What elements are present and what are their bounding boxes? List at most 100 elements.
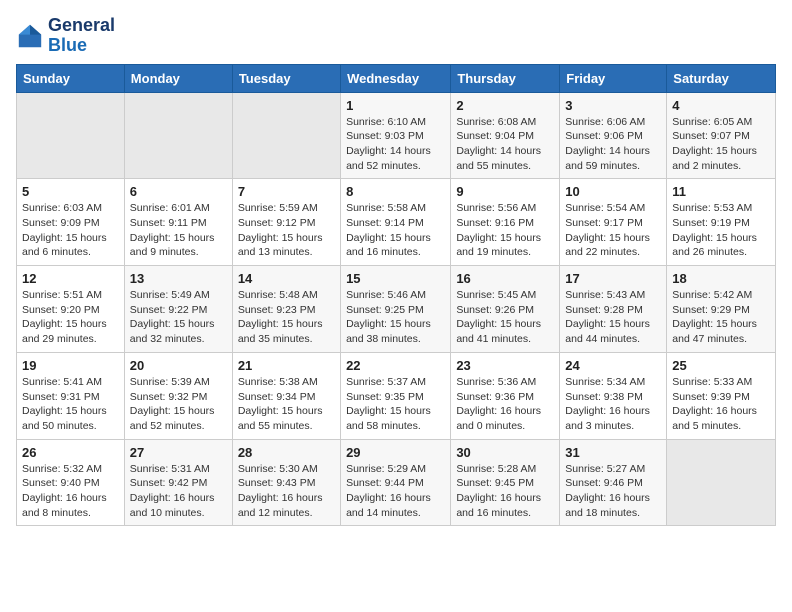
day-info: Sunrise: 5:34 AM Sunset: 9:38 PM Dayligh… <box>565 375 661 434</box>
logo-icon <box>16 22 44 50</box>
day-number: 30 <box>456 445 554 460</box>
calendar-cell: 13 Sunrise: 5:49 AM Sunset: 9:22 PM Dayli… <box>124 266 232 353</box>
weekday-header-wednesday: Wednesday <box>341 64 451 92</box>
day-info: Sunrise: 6:06 AM Sunset: 9:06 PM Dayligh… <box>565 115 661 174</box>
day-number: 16 <box>456 271 554 286</box>
calendar-cell: 31Sunrise: 5:27 AM Sunset: 9:46 PM Dayli… <box>560 439 667 526</box>
day-number: 14 <box>238 271 335 286</box>
calendar-cell: 12 Sunrise: 5:51 AM Sunset: 9:20 PM Dayli… <box>17 266 125 353</box>
calendar-cell: 6Sunrise: 6:01 AM Sunset: 9:11 PM Daylig… <box>124 179 232 266</box>
calendar-cell: 14 Sunrise: 5:48 AM Sunset: 9:23 PM Dayli… <box>232 266 340 353</box>
day-number: 31 <box>565 445 661 460</box>
day-info: Sunrise: 5:41 AM Sunset: 9:31 PM Dayligh… <box>22 375 119 434</box>
calendar-cell: 16Sunrise: 5:45 AM Sunset: 9:26 PM Dayli… <box>451 266 560 353</box>
day-number: 22 <box>346 358 445 373</box>
day-info: Sunrise: 5:48 AM Sunset: 9:23 PM Dayligh… <box>238 288 335 347</box>
day-number: 9 <box>456 184 554 199</box>
day-info: Sunrise: 5:28 AM Sunset: 9:45 PM Dayligh… <box>456 462 554 521</box>
day-info: Sunrise: 6:01 AM Sunset: 9:11 PM Dayligh… <box>130 201 227 260</box>
logo-text: General Blue <box>48 16 115 56</box>
day-info: Sunrise: 5:30 AM Sunset: 9:43 PM Dayligh… <box>238 462 335 521</box>
day-number: 23 <box>456 358 554 373</box>
day-number: 8 <box>346 184 445 199</box>
day-number: 17 <box>565 271 661 286</box>
day-number: 18 <box>672 271 770 286</box>
calendar-cell <box>667 439 776 526</box>
calendar-cell: 3 Sunrise: 6:06 AM Sunset: 9:06 PM Daylig… <box>560 92 667 179</box>
day-number: 2 <box>456 98 554 113</box>
day-info: Sunrise: 5:43 AM Sunset: 9:28 PM Dayligh… <box>565 288 661 347</box>
day-number: 21 <box>238 358 335 373</box>
weekday-header-thursday: Thursday <box>451 64 560 92</box>
logo: General Blue <box>16 16 115 56</box>
calendar-cell: 26 Sunrise: 5:32 AM Sunset: 9:40 PM Dayli… <box>17 439 125 526</box>
calendar-cell: 28 Sunrise: 5:30 AM Sunset: 9:43 PM Dayli… <box>232 439 340 526</box>
day-info: Sunrise: 5:56 AM Sunset: 9:16 PM Dayligh… <box>456 201 554 260</box>
day-info: Sunrise: 5:32 AM Sunset: 9:40 PM Dayligh… <box>22 462 119 521</box>
calendar-cell: 24Sunrise: 5:34 AM Sunset: 9:38 PM Dayli… <box>560 352 667 439</box>
weekday-header-tuesday: Tuesday <box>232 64 340 92</box>
day-number: 25 <box>672 358 770 373</box>
weekday-header-sunday: Sunday <box>17 64 125 92</box>
weekday-header-row: SundayMondayTuesdayWednesdayThursdayFrid… <box>17 64 776 92</box>
day-number: 11 <box>672 184 770 199</box>
calendar-week-row: 26 Sunrise: 5:32 AM Sunset: 9:40 PM Dayli… <box>17 439 776 526</box>
day-number: 12 <box>22 271 119 286</box>
calendar-cell: 15Sunrise: 5:46 AM Sunset: 9:25 PM Dayli… <box>341 266 451 353</box>
day-number: 27 <box>130 445 227 460</box>
day-number: 20 <box>130 358 227 373</box>
day-number: 13 <box>130 271 227 286</box>
calendar-cell: 8 Sunrise: 5:58 AM Sunset: 9:14 PM Daylig… <box>341 179 451 266</box>
calendar-cell: 5 Sunrise: 6:03 AM Sunset: 9:09 PM Daylig… <box>17 179 125 266</box>
calendar-cell: 27 Sunrise: 5:31 AM Sunset: 9:42 PM Dayli… <box>124 439 232 526</box>
calendar-week-row: 19 Sunrise: 5:41 AM Sunset: 9:31 PM Dayli… <box>17 352 776 439</box>
day-info: Sunrise: 5:49 AM Sunset: 9:22 PM Dayligh… <box>130 288 227 347</box>
day-info: Sunrise: 5:31 AM Sunset: 9:42 PM Dayligh… <box>130 462 227 521</box>
calendar-cell: 9 Sunrise: 5:56 AM Sunset: 9:16 PM Daylig… <box>451 179 560 266</box>
weekday-header-monday: Monday <box>124 64 232 92</box>
day-info: Sunrise: 5:54 AM Sunset: 9:17 PM Dayligh… <box>565 201 661 260</box>
day-info: Sunrise: 5:37 AM Sunset: 9:35 PM Dayligh… <box>346 375 445 434</box>
day-info: Sunrise: 6:08 AM Sunset: 9:04 PM Dayligh… <box>456 115 554 174</box>
day-info: Sunrise: 5:59 AM Sunset: 9:12 PM Dayligh… <box>238 201 335 260</box>
day-number: 10 <box>565 184 661 199</box>
day-number: 5 <box>22 184 119 199</box>
calendar-cell: 21Sunrise: 5:38 AM Sunset: 9:34 PM Dayli… <box>232 352 340 439</box>
calendar-cell: 7 Sunrise: 5:59 AM Sunset: 9:12 PM Daylig… <box>232 179 340 266</box>
calendar-cell: 17 Sunrise: 5:43 AM Sunset: 9:28 PM Dayli… <box>560 266 667 353</box>
day-number: 3 <box>565 98 661 113</box>
calendar-cell: 11 Sunrise: 5:53 AM Sunset: 9:19 PM Dayli… <box>667 179 776 266</box>
day-info: Sunrise: 5:29 AM Sunset: 9:44 PM Dayligh… <box>346 462 445 521</box>
day-info: Sunrise: 6:10 AM Sunset: 9:03 PM Dayligh… <box>346 115 445 174</box>
day-info: Sunrise: 5:33 AM Sunset: 9:39 PM Dayligh… <box>672 375 770 434</box>
day-info: Sunrise: 5:39 AM Sunset: 9:32 PM Dayligh… <box>130 375 227 434</box>
day-number: 28 <box>238 445 335 460</box>
day-info: Sunrise: 5:42 AM Sunset: 9:29 PM Dayligh… <box>672 288 770 347</box>
calendar-table: SundayMondayTuesdayWednesdayThursdayFrid… <box>16 64 776 527</box>
day-info: Sunrise: 5:51 AM Sunset: 9:20 PM Dayligh… <box>22 288 119 347</box>
calendar-cell <box>124 92 232 179</box>
day-number: 29 <box>346 445 445 460</box>
day-number: 26 <box>22 445 119 460</box>
calendar-cell: 19 Sunrise: 5:41 AM Sunset: 9:31 PM Dayli… <box>17 352 125 439</box>
day-number: 15 <box>346 271 445 286</box>
calendar-cell <box>17 92 125 179</box>
calendar-cell: 22 Sunrise: 5:37 AM Sunset: 9:35 PM Dayli… <box>341 352 451 439</box>
day-info: Sunrise: 5:58 AM Sunset: 9:14 PM Dayligh… <box>346 201 445 260</box>
calendar-cell: 18 Sunrise: 5:42 AM Sunset: 9:29 PM Dayli… <box>667 266 776 353</box>
day-info: Sunrise: 6:03 AM Sunset: 9:09 PM Dayligh… <box>22 201 119 260</box>
weekday-header-saturday: Saturday <box>667 64 776 92</box>
calendar-cell: 1 Sunrise: 6:10 AM Sunset: 9:03 PM Daylig… <box>341 92 451 179</box>
calendar-cell: 20 Sunrise: 5:39 AM Sunset: 9:32 PM Dayli… <box>124 352 232 439</box>
calendar-cell: 4Sunrise: 6:05 AM Sunset: 9:07 PM Daylig… <box>667 92 776 179</box>
day-number: 7 <box>238 184 335 199</box>
day-number: 19 <box>22 358 119 373</box>
calendar-cell: 30 Sunrise: 5:28 AM Sunset: 9:45 PM Dayli… <box>451 439 560 526</box>
calendar-cell: 25 Sunrise: 5:33 AM Sunset: 9:39 PM Dayli… <box>667 352 776 439</box>
weekday-header-friday: Friday <box>560 64 667 92</box>
day-number: 4 <box>672 98 770 113</box>
day-info: Sunrise: 5:36 AM Sunset: 9:36 PM Dayligh… <box>456 375 554 434</box>
calendar-cell: 29 Sunrise: 5:29 AM Sunset: 9:44 PM Dayli… <box>341 439 451 526</box>
day-number: 1 <box>346 98 445 113</box>
day-info: Sunrise: 5:53 AM Sunset: 9:19 PM Dayligh… <box>672 201 770 260</box>
